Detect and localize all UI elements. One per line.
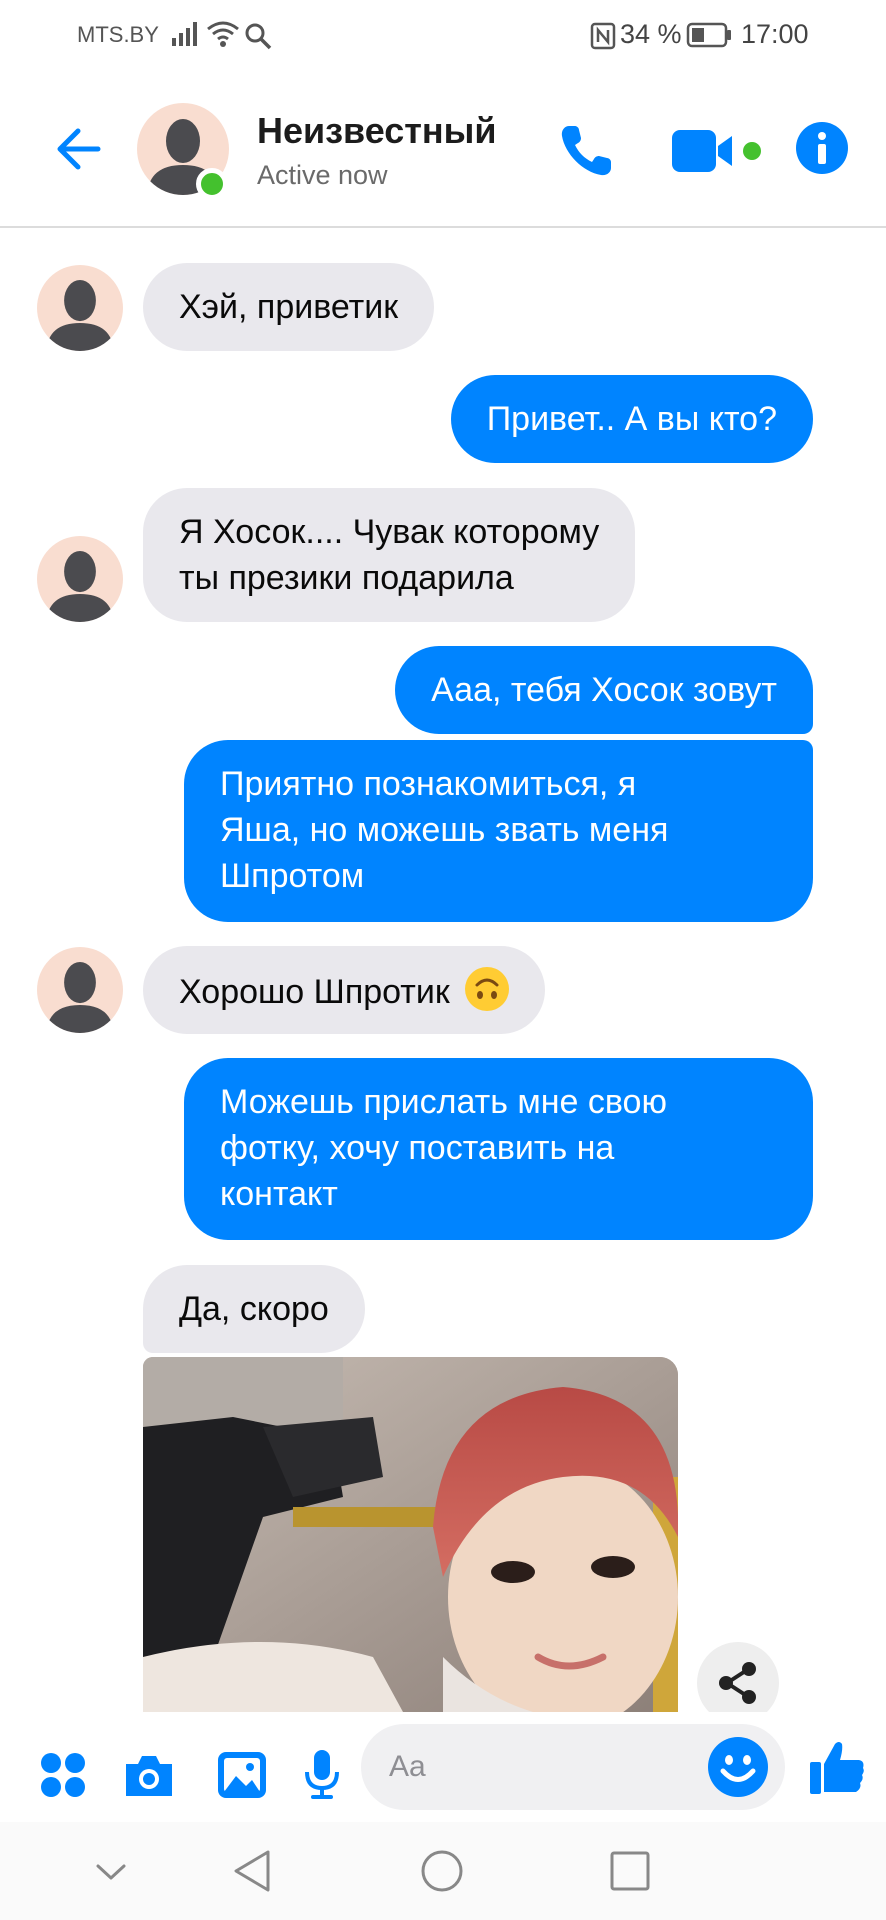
nav-back-icon[interactable] — [228, 1846, 278, 1896]
incoming-message[interactable]: Хорошо Шпротик — [143, 946, 546, 1034]
sender-avatar[interactable] — [37, 536, 123, 622]
emoji-icon[interactable] — [707, 1736, 769, 1798]
photo-attachment[interactable] — [143, 1357, 678, 1712]
message-text: Привет.. А вы кто? — [486, 400, 777, 438]
message-text: Шпротом — [220, 857, 365, 895]
online-indicator — [196, 168, 228, 200]
sender-avatar[interactable] — [37, 265, 123, 351]
message-text: Я Хосок.... Чувак которому — [179, 513, 600, 551]
phone-icon[interactable] — [555, 120, 617, 182]
wifi-icon — [207, 21, 239, 47]
info-icon[interactable] — [795, 121, 849, 175]
outgoing-message[interactable]: Привет.. А вы кто? — [450, 375, 813, 463]
default-avatar-icon — [46, 550, 114, 622]
nav-recent-apps-icon[interactable] — [605, 1846, 655, 1896]
message-text: Хэй, приветик — [179, 288, 399, 326]
upside-down-face-emoji-icon — [465, 967, 510, 1011]
message-text: Яша, но можешь звать меня — [220, 811, 669, 849]
sender-avatar[interactable] — [37, 947, 123, 1033]
outgoing-message[interactable]: Ааа, тебя Хосок зовут — [395, 646, 813, 734]
clock: 17:00 — [741, 19, 809, 49]
message-composer — [0, 1712, 886, 1822]
back-arrow-icon[interactable] — [48, 121, 104, 177]
nav-home-icon[interactable] — [417, 1846, 467, 1896]
incoming-message[interactable]: Да, скоро — [143, 1265, 365, 1353]
system-navigation-bar — [0, 1822, 886, 1920]
message-text: фотку, хочу поставить на — [220, 1129, 615, 1167]
camera-icon[interactable] — [122, 1752, 176, 1800]
outgoing-message[interactable]: Приятно познакомиться, я Яша, но можешь … — [184, 740, 813, 922]
more-icon[interactable] — [40, 1752, 86, 1798]
message-text: Можешь прислать мне свою — [220, 1083, 667, 1121]
outgoing-message[interactable]: Можешь прислать мне свою фотку, хочу пос… — [184, 1058, 813, 1240]
message-text: Приятно познакомиться, я — [220, 765, 637, 803]
incoming-message[interactable]: Хэй, приветик — [143, 263, 435, 351]
default-avatar-icon — [46, 279, 114, 351]
selfie-photo — [143, 1357, 678, 1712]
signal-icon — [172, 22, 197, 46]
message-text: контакт — [220, 1175, 338, 1213]
chevron-down-icon[interactable] — [86, 1846, 136, 1896]
default-avatar-icon — [46, 961, 114, 1033]
message-text: Хорошо Шпротик — [179, 973, 450, 1011]
carrier-label: MTS.BY — [77, 22, 159, 47]
message-text: ты презики подарила — [179, 559, 514, 597]
gallery-icon[interactable] — [216, 1750, 268, 1800]
like-icon[interactable] — [808, 1738, 866, 1796]
message-text: Да, скоро — [179, 1290, 329, 1328]
search-icon — [245, 23, 272, 50]
mic-icon[interactable] — [303, 1748, 341, 1800]
incoming-message[interactable]: Я Хосок.... Чувак которому ты презики по… — [143, 488, 636, 622]
contact-status: Active now — [257, 160, 388, 190]
message-text: Ааа, тебя Хосок зовут — [431, 671, 777, 709]
battery-percent: 34 % — [620, 19, 682, 49]
battery-icon — [686, 22, 731, 48]
video-call-icon[interactable] — [670, 124, 766, 180]
contact-name[interactable]: Неизвестный — [257, 110, 497, 152]
conversation-header: Неизвестный Active now — [0, 80, 886, 228]
status-bar: MTS.BY 34 % 17:00 — [0, 0, 886, 70]
nfc-icon — [590, 22, 616, 50]
